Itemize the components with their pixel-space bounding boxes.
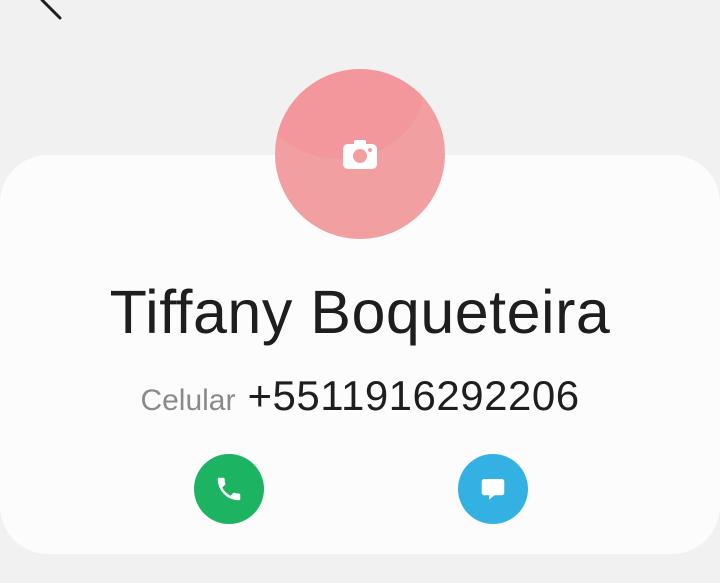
contact-avatar[interactable] bbox=[275, 69, 445, 239]
phone-number-row[interactable]: Celular +5511916292206 bbox=[0, 372, 720, 420]
chat-bubble-icon bbox=[481, 479, 505, 500]
contact-name: Tiffany Boqueteira bbox=[109, 278, 611, 346]
camera-icon bbox=[343, 140, 377, 169]
back-arrow-icon bbox=[40, 0, 62, 20]
phone-icon bbox=[217, 477, 241, 501]
phone-type-label: Celular bbox=[140, 384, 236, 417]
call-button[interactable] bbox=[194, 454, 264, 524]
message-button[interactable] bbox=[458, 454, 528, 524]
back-button[interactable] bbox=[28, 0, 72, 22]
phone-number: +5511916292206 bbox=[247, 372, 580, 419]
